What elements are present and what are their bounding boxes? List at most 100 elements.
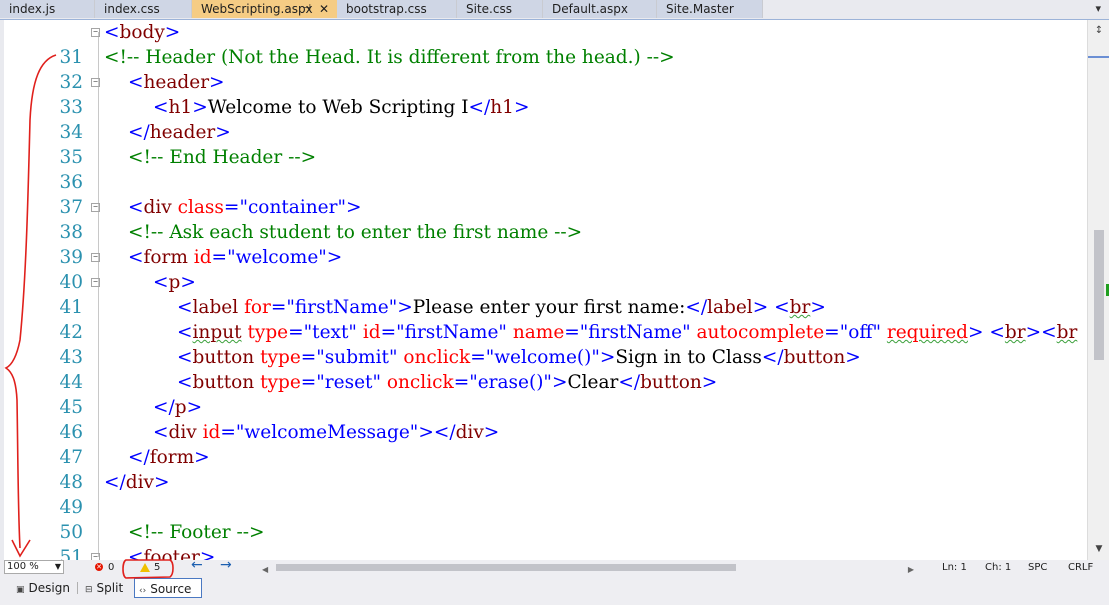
tab-site-css[interactable]: Site.css xyxy=(457,0,543,18)
code-token: p xyxy=(168,272,181,293)
code-line: 51 <!-- Footer --> xyxy=(0,520,1087,560)
code-token: < xyxy=(177,347,193,368)
code-line: 50 xyxy=(0,495,1087,543)
code-line: 36 <!-- End Header --> xyxy=(0,145,1087,193)
editor-status-row: 100 % ▼ ✕ 0 5 ← → ◀ ▶ Ln: 1 Ch: 1 SPC CR… xyxy=(0,558,1109,575)
scroll-left-icon[interactable]: ◀ xyxy=(262,562,268,577)
code-editor[interactable]: 31 − <body> 32 <!-- Header (Not the Head… xyxy=(0,20,1087,560)
collapse-icon[interactable]: − xyxy=(91,203,100,212)
design-view-button[interactable]: ▣ Design xyxy=(12,578,74,598)
line-ending-indicator: CRLF xyxy=(1068,562,1094,573)
tab-label: Site.Master xyxy=(666,2,734,16)
navigate-back-icon[interactable]: ← xyxy=(191,558,203,573)
code-token: > xyxy=(345,197,362,218)
vertical-scrollbar[interactable]: ↕ ▼ xyxy=(1087,20,1109,560)
code-token: = xyxy=(211,247,228,268)
horizontal-scrollbar-thumb[interactable] xyxy=(276,564,736,571)
line-indicator: Ln: 1 xyxy=(942,562,967,573)
code-token: > xyxy=(186,397,203,418)
error-icon[interactable]: ✕ xyxy=(95,563,103,571)
collapse-icon[interactable]: − xyxy=(91,253,100,262)
code-token: </ xyxy=(128,122,150,143)
code-token: > xyxy=(192,97,208,118)
char-indicator: Ch: 1 xyxy=(985,562,1012,573)
code-token: < xyxy=(128,197,144,218)
tab-label: Default.aspx xyxy=(552,2,628,16)
code-token: br xyxy=(1056,322,1078,343)
split-window-icon[interactable]: ↕ xyxy=(1092,24,1106,38)
source-icon: ‹› xyxy=(139,586,147,596)
close-icon[interactable]: ✕ xyxy=(319,0,329,18)
code-line: 45 <button type="reset" onclick="erase()… xyxy=(0,370,1087,418)
tab-index-js[interactable]: index.js xyxy=(0,0,95,18)
zoom-select[interactable]: 100 % ▼ xyxy=(4,560,64,574)
source-label: Source xyxy=(150,582,192,596)
navigate-forward-icon[interactable]: → xyxy=(220,558,232,573)
warning-icon[interactable] xyxy=(140,563,150,572)
code-token: > xyxy=(153,472,170,493)
code-line: 37 xyxy=(0,170,1087,218)
scroll-down-icon[interactable]: ▼ xyxy=(1092,542,1106,556)
warning-count[interactable]: 5 xyxy=(154,560,160,575)
code-token: "welcome()" xyxy=(485,347,600,368)
code-token: id xyxy=(362,322,381,343)
split-view-button[interactable]: ⊟ Split xyxy=(81,578,131,598)
code-token: > xyxy=(599,347,616,368)
code-token: > xyxy=(968,322,984,343)
horizontal-scrollbar[interactable]: ◀ ▶ xyxy=(262,562,914,574)
code-token: < xyxy=(774,297,790,318)
document-tab-strip: index.js index.css WebScripting.aspx ⊣ ✕… xyxy=(0,0,1109,20)
collapse-icon[interactable]: − xyxy=(91,28,100,37)
tab-default-aspx[interactable]: Default.aspx xyxy=(543,0,657,18)
tab-label: WebScripting.aspx xyxy=(201,2,313,16)
code-token: type xyxy=(260,347,301,368)
code-line: 33 − <header> xyxy=(0,70,1087,118)
collapse-icon[interactable]: − xyxy=(91,553,100,560)
code-text: Welcome to Web Scripting I xyxy=(207,97,469,118)
code-token: class xyxy=(177,197,224,218)
code-token: h1 xyxy=(490,97,514,118)
tab-webscripting-aspx[interactable]: WebScripting.aspx ⊣ ✕ xyxy=(192,0,337,18)
source-view-button[interactable]: ‹› Source xyxy=(134,578,202,598)
tab-label: index.css xyxy=(104,2,160,16)
code-token: < xyxy=(989,322,1005,343)
code-token: "submit" xyxy=(316,347,398,368)
scrollbar-thumb[interactable] xyxy=(1094,230,1104,360)
tab-dropdown-icon[interactable]: ▾ xyxy=(1095,0,1101,18)
code-token: input xyxy=(192,322,242,343)
code-line: 47 <div id="welcomeMessage"></div> xyxy=(0,420,1087,468)
code-token: >< xyxy=(1025,322,1057,343)
design-icon: ▣ xyxy=(16,585,25,595)
code-token: > xyxy=(326,247,343,268)
code-token: "text" xyxy=(303,322,357,343)
code-token: > xyxy=(551,372,568,393)
collapse-icon[interactable]: − xyxy=(91,78,100,87)
pin-icon[interactable]: ⊣ xyxy=(302,0,311,18)
code-text: Sign in to Class xyxy=(615,347,762,368)
scroll-right-icon[interactable]: ▶ xyxy=(908,562,914,577)
code-line: 43 <input type="text" id="firstName" nam… xyxy=(0,320,1087,368)
code-line: 42 <label for="firstName">Please enter y… xyxy=(0,295,1087,343)
tab-label: bootstrap.css xyxy=(346,2,427,16)
code-token: button xyxy=(640,372,702,393)
split-label: Split xyxy=(96,581,124,595)
tab-index-css[interactable]: index.css xyxy=(95,0,192,18)
chevron-down-icon: ▼ xyxy=(54,562,61,571)
code-token: div xyxy=(168,422,197,443)
code-token: < xyxy=(153,422,169,443)
error-count[interactable]: 0 xyxy=(108,560,114,575)
code-token: header xyxy=(143,72,210,93)
code-token: "welcome" xyxy=(227,247,327,268)
code-token: "firstName" xyxy=(286,297,398,318)
code-token: onclick xyxy=(403,347,471,368)
code-token: > xyxy=(397,297,413,318)
code-token: > xyxy=(701,372,718,393)
code-token: < xyxy=(104,22,120,43)
code-line: 52 − <footer> xyxy=(0,545,1087,560)
code-token: h1 xyxy=(168,97,193,118)
code-token: form xyxy=(149,447,195,468)
tab-bootstrap-css[interactable]: bootstrap.css xyxy=(337,0,457,18)
code-token: < xyxy=(177,297,193,318)
collapse-icon[interactable]: − xyxy=(91,278,100,287)
tab-site-master[interactable]: Site.Master xyxy=(657,0,763,18)
